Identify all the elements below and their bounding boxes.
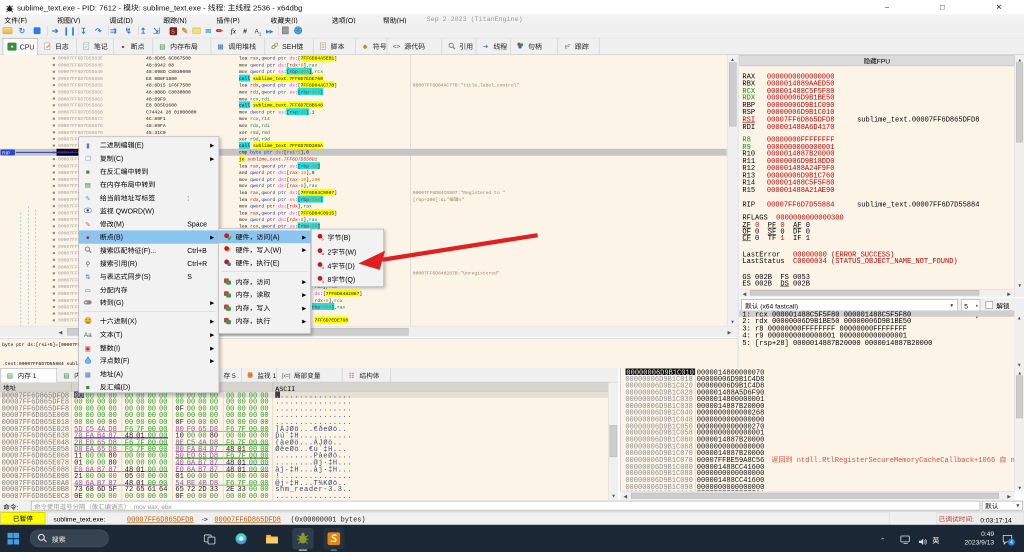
svg-text:d: d (321, 266, 323, 270)
svg-text:q: q (321, 280, 323, 284)
svg-text:w: w (321, 252, 324, 256)
svg-text:RIP: RIP (2, 150, 10, 156)
svg-text:b: b (321, 238, 323, 242)
